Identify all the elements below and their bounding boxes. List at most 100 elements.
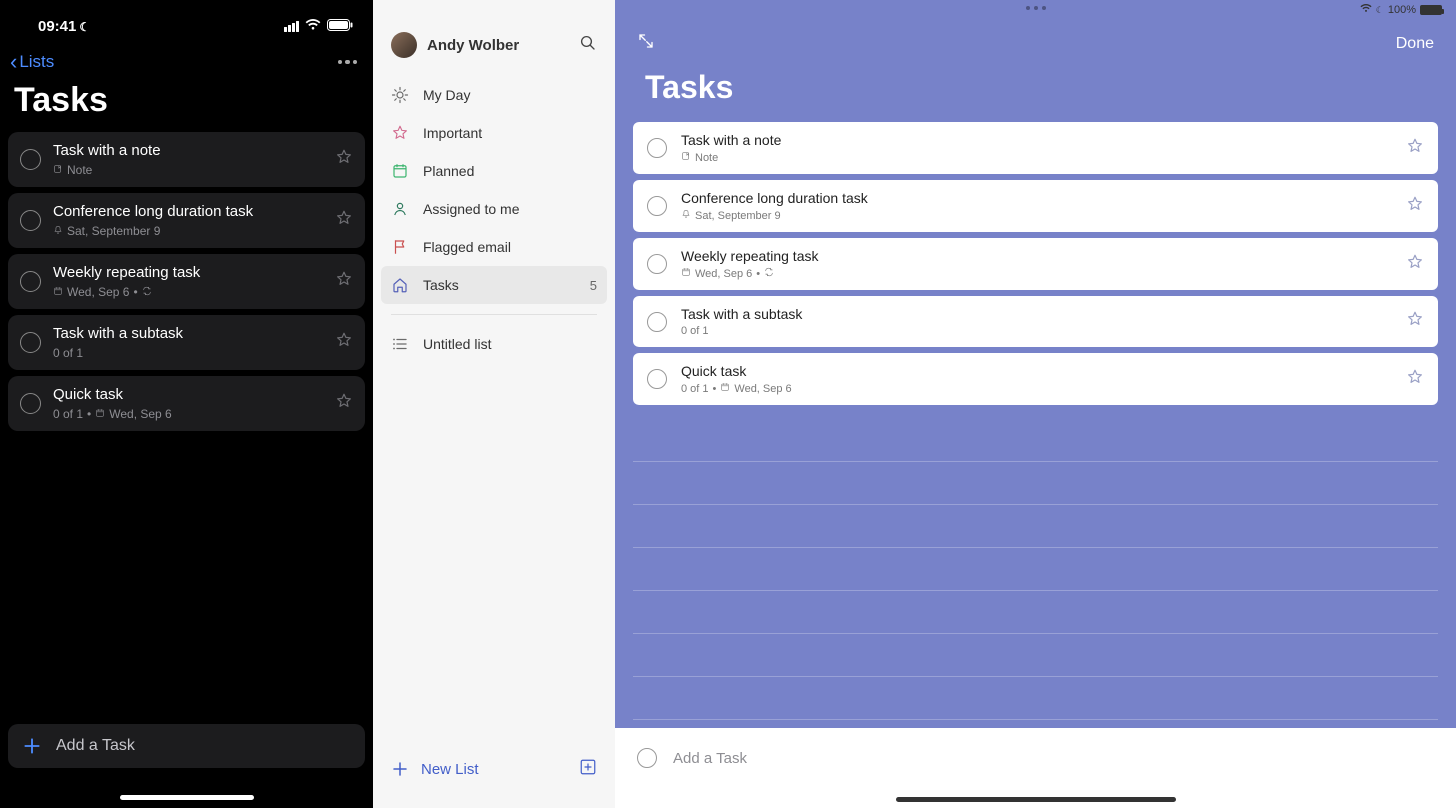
task-title: Weekly repeating task xyxy=(53,264,323,281)
status-time: 09:41 xyxy=(38,18,76,35)
sidebar-item-label: Important xyxy=(423,125,482,141)
bell-icon xyxy=(681,209,691,222)
task-row[interactable]: Task with a noteNote xyxy=(8,132,365,187)
task-title: Weekly repeating task xyxy=(681,248,1392,264)
calendar-icon xyxy=(391,162,409,180)
home-indicator xyxy=(120,795,254,800)
star-button[interactable] xyxy=(335,270,353,293)
task-meta: Sat, September 9 xyxy=(53,224,323,238)
note-icon xyxy=(681,151,691,164)
cal-icon xyxy=(53,285,63,299)
task-row[interactable]: Weekly repeating taskWed, Sep 6 • xyxy=(633,238,1438,290)
more-options-button[interactable] xyxy=(338,60,358,65)
task-meta: 0 of 1 xyxy=(53,346,323,360)
task-meta-extra: Wed, Sep 6 xyxy=(109,407,171,421)
sidebar-item-tasks[interactable]: Tasks5 xyxy=(381,266,607,304)
task-meta-text: Note xyxy=(695,152,718,164)
task-row[interactable]: Task with a noteNote xyxy=(633,122,1438,174)
sidebar-item-label: Planned xyxy=(423,163,474,179)
task-title: Conference long duration task xyxy=(53,203,323,220)
task-meta: 0 of 1 • Wed, Sep 6 xyxy=(681,382,1392,395)
expand-icon xyxy=(637,32,655,50)
task-checkbox[interactable] xyxy=(20,271,41,292)
user-name[interactable]: Andy Wolber xyxy=(427,37,569,54)
task-meta-text: 0 of 1 xyxy=(53,407,83,421)
multitask-dots-icon[interactable] xyxy=(1026,6,1046,10)
task-checkbox[interactable] xyxy=(20,393,41,414)
plus-icon xyxy=(22,736,42,756)
sidebar-item-assigned-to-me[interactable]: Assigned to me xyxy=(381,190,607,228)
home-icon xyxy=(391,276,409,294)
battery-icon xyxy=(1420,5,1442,15)
task-checkbox[interactable] xyxy=(20,332,41,353)
task-row[interactable]: Conference long duration task Sat, Septem… xyxy=(8,193,365,248)
task-meta-text: 0 of 1 xyxy=(53,346,83,360)
task-meta-text: 0 of 1 xyxy=(681,383,709,395)
sidebar-panel: Andy Wolber My Day Important Planned Assign… xyxy=(373,0,615,808)
search-button[interactable] xyxy=(579,34,597,57)
list-icon xyxy=(391,335,409,353)
expand-button[interactable] xyxy=(637,32,655,55)
task-checkbox[interactable] xyxy=(637,748,657,768)
note-icon xyxy=(53,163,63,177)
home-indicator xyxy=(896,797,1176,802)
sidebar-user-lists: Untitled list xyxy=(373,325,615,363)
repeat-icon xyxy=(764,267,774,280)
star-button[interactable] xyxy=(1406,195,1424,218)
task-meta-extra: Wed, Sep 6 xyxy=(734,383,791,395)
task-checkbox[interactable] xyxy=(20,149,41,170)
sidebar-item-label: My Day xyxy=(423,87,470,103)
task-checkbox[interactable] xyxy=(647,138,667,158)
back-to-lists-button[interactable]: ‹ Lists xyxy=(10,49,54,75)
moon-icon: ☾ xyxy=(1376,5,1384,16)
star-button[interactable] xyxy=(1406,253,1424,276)
task-row[interactable]: Task with a subtask0 of 1 xyxy=(8,315,365,370)
task-row[interactable]: Task with a subtask0 of 1 xyxy=(633,296,1438,347)
sidebar-header: Andy Wolber xyxy=(373,0,615,76)
task-row[interactable]: Conference long duration taskSat, Septem… xyxy=(633,180,1438,232)
add-task-label: Add a Task xyxy=(56,737,135,755)
sidebar-item-my-day[interactable]: My Day xyxy=(381,76,607,114)
sidebar-footer: New List xyxy=(373,740,615,808)
sidebar-item-important[interactable]: Important xyxy=(381,114,607,152)
star-button[interactable] xyxy=(335,392,353,415)
back-label: Lists xyxy=(19,52,54,72)
star-button[interactable] xyxy=(335,331,353,354)
task-checkbox[interactable] xyxy=(647,196,667,216)
list-plus-icon xyxy=(579,758,597,776)
star-button[interactable] xyxy=(1406,137,1424,160)
task-row[interactable]: Weekly repeating taskWed, Sep 6 • xyxy=(8,254,365,309)
task-checkbox[interactable] xyxy=(20,210,41,231)
sidebar-separator xyxy=(391,314,597,315)
done-button[interactable]: Done xyxy=(1396,35,1434,53)
star-button[interactable] xyxy=(1406,310,1424,333)
task-row[interactable]: Quick task0 of 1 • Wed, Sep 6 xyxy=(8,376,365,431)
task-list-background[interactable] xyxy=(633,419,1438,728)
star-icon xyxy=(391,124,409,142)
task-meta-text: Sat, September 9 xyxy=(695,210,781,222)
new-list-button[interactable]: New List xyxy=(391,760,567,778)
task-row[interactable]: Quick task0 of 1 • Wed, Sep 6 xyxy=(633,353,1438,405)
star-button[interactable] xyxy=(335,148,353,171)
user-avatar[interactable] xyxy=(391,32,417,58)
flag-icon xyxy=(391,238,409,256)
add-task-placeholder: Add a Task xyxy=(673,750,747,767)
sidebar-item-untitled-list[interactable]: Untitled list xyxy=(381,325,607,363)
task-meta-text: Sat, September 9 xyxy=(67,224,160,238)
star-button[interactable] xyxy=(335,209,353,232)
sidebar-item-flagged-email[interactable]: Flagged email xyxy=(381,228,607,266)
phone-page-title: Tasks xyxy=(0,75,373,132)
sidebar-item-planned[interactable]: Planned xyxy=(381,152,607,190)
task-checkbox[interactable] xyxy=(647,312,667,332)
task-checkbox[interactable] xyxy=(647,254,667,274)
task-meta-text: Note xyxy=(67,163,92,177)
task-meta: 0 of 1 • Wed, Sep 6 xyxy=(53,407,323,421)
main-add-task-row[interactable]: Add a Task xyxy=(615,728,1456,808)
repeat-icon xyxy=(142,285,152,299)
task-checkbox[interactable] xyxy=(647,369,667,389)
phone-add-task-button[interactable]: Add a Task xyxy=(8,724,365,768)
task-meta: Sat, September 9 xyxy=(681,209,1392,222)
star-button[interactable] xyxy=(1406,368,1424,391)
new-group-button[interactable] xyxy=(579,758,597,780)
person-icon xyxy=(391,200,409,218)
